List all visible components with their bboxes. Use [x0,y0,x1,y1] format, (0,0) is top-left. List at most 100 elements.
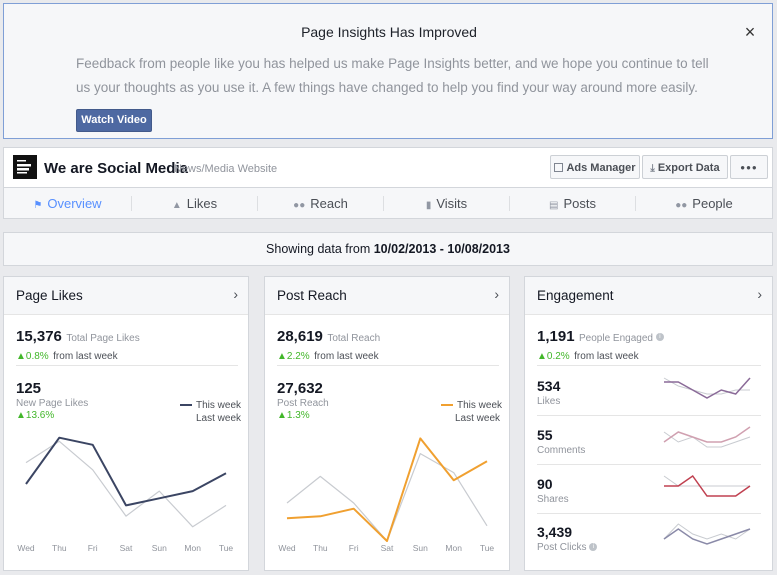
bars-icon: ▮ [425,200,432,211]
metric-label: People Engaged [579,333,653,344]
page-category: News/Media Website [174,163,278,175]
change-up: ▲0.8% [16,351,49,362]
card-header[interactable]: Engagement › [525,277,772,315]
metric-change: ▲0.8% from last week [16,346,118,364]
x-tick-label: Tue [219,543,234,553]
this-week-line [286,437,488,542]
metric-value: 1,191 [537,328,575,345]
new-likes-value: 125 [16,380,42,397]
card-title: Post Reach [277,288,347,303]
engagement-label: Likes [537,396,561,407]
likes-sparkline [663,377,751,399]
card-header[interactable]: Page Likes › [4,277,248,315]
tab-overview[interactable]: ⚑ Overview [4,188,131,218]
post-reach-chart: Wed Thu Fri Sat Sun Mon Tue [278,437,495,553]
page-likes-chart: Wed Thu Fri Sat Sun Mon Tue [17,436,234,553]
engagement-row-post-clicks[interactable]: 3,439 Post Clicks i [525,514,774,566]
engagement-value: 534 [537,378,561,394]
page-header: We are Social Media News/Media Website A… [3,147,773,187]
date-range-value[interactable]: 10/02/2013 - 10/08/2013 [374,242,510,256]
tab-reach[interactable]: ●● Reach [258,188,383,218]
close-icon[interactable]: × [740,22,760,43]
last-week-sparkline [663,523,751,540]
thumb-icon: ▲ [171,200,182,211]
legend-label: This week [457,400,503,411]
total-reach: 28,619 Total Reach [277,328,380,346]
engagement-row-comments[interactable]: 55 Comments [525,416,774,465]
page-likes-card: Page Likes › 15,376 Total Page Likes ▲0.… [3,276,249,571]
page-name[interactable]: We are Social Media [44,160,188,177]
post-reach-label: Post Reach [277,398,329,409]
tab-visits-label: Visits [436,196,468,211]
change-up: ▲0.2% [537,351,570,362]
engagement-value: 90 [537,476,553,492]
this-week-line [25,436,227,507]
engagement-row-shares[interactable]: 90 Shares [525,465,774,514]
notice-title: Page Insights Has Improved [301,24,477,40]
tab-people[interactable]: ●● People [636,188,772,218]
tab-overview-label: Overview [47,196,102,211]
insights-tabs: ⚑ Overview ▲ Likes ●● Reach ▮ Visits ▤ Posts … [3,187,773,219]
total-page-likes: 15,376 Total Page Likes [16,328,140,346]
card-header[interactable]: Post Reach › [265,277,509,315]
engagement-label: Post Clicks [537,542,587,553]
post-clicks-sparkline [663,523,751,545]
metric-value: 15,376 [16,328,62,345]
x-tick-label: Sat [381,543,394,553]
metric-label: Total Page Likes [66,333,140,344]
last-week-sparkline [663,475,750,487]
legend-label: This week [196,400,242,411]
shares-sparkline [663,474,751,497]
people-icon: ●● [675,200,688,211]
last-week-line [25,440,227,528]
tab-posts[interactable]: ▤ Posts [510,188,635,218]
more-options-button[interactable]: ●●● [730,155,768,179]
post-reach-value: 27,632 [277,380,323,397]
page-logo[interactable] [13,155,37,179]
x-tick-label: Tue [480,543,495,553]
metric-label: Total Reach [327,333,381,344]
tab-people-label: People [692,196,733,211]
engagement-value: 3,439 [537,524,573,540]
legend-this-week: This week [180,400,241,411]
last-week-sparkline [663,431,751,448]
metric-value: 28,619 [277,328,323,345]
info-icon[interactable]: i [589,543,598,552]
card-title: Engagement [537,288,614,303]
flag-icon: ⚑ [33,200,43,211]
people-engaged: 1,191 People Engaged i [537,328,664,346]
tab-reach-label: Reach [310,196,348,211]
new-likes-label: New Page Likes [16,398,89,409]
metric-change: ▲2.2% from last week [277,346,379,364]
this-week-sparkline [664,377,751,399]
chevron-right-icon[interactable]: › [233,286,238,302]
posts-icon: ▤ [549,200,559,211]
ads-manager-button[interactable]: Ads Manager [550,155,640,179]
divider [277,365,499,366]
legend-swatch [180,404,192,407]
x-tick-label: Fri [88,543,98,553]
chevron-right-icon[interactable]: › [494,286,499,302]
x-tick-label: Mon [184,543,201,553]
divider [16,365,238,366]
tab-likes-label: Likes [186,196,218,211]
change-up: ▲2.2% [277,351,310,362]
insights-notice: Page Insights Has Improved × Feedback fr… [3,3,773,139]
engagement-row-likes[interactable]: 534 Likes [525,366,774,415]
date-range-prefix: Showing data from [266,242,374,256]
notice-body: Feedback from people like you has helped… [76,56,709,95]
legend-swatch [441,404,453,407]
last-week-line [286,452,488,542]
chevron-right-icon[interactable]: › [757,286,762,302]
logo-icon [15,157,35,177]
watch-video-button[interactable]: Watch Video [76,109,152,132]
x-tick-label: Wed [278,543,296,553]
card-title: Page Likes [16,288,83,303]
tab-visits[interactable]: ▮ Visits [384,188,509,218]
metric-change: ▲0.2% from last week [537,346,639,364]
export-data-button[interactable]: ⤓ Export Data [642,155,728,179]
engagement-value: 55 [537,427,553,443]
change-suffix: from last week [314,351,379,362]
tab-likes[interactable]: ▲ Likes [132,188,257,218]
info-icon[interactable]: i [655,332,664,341]
